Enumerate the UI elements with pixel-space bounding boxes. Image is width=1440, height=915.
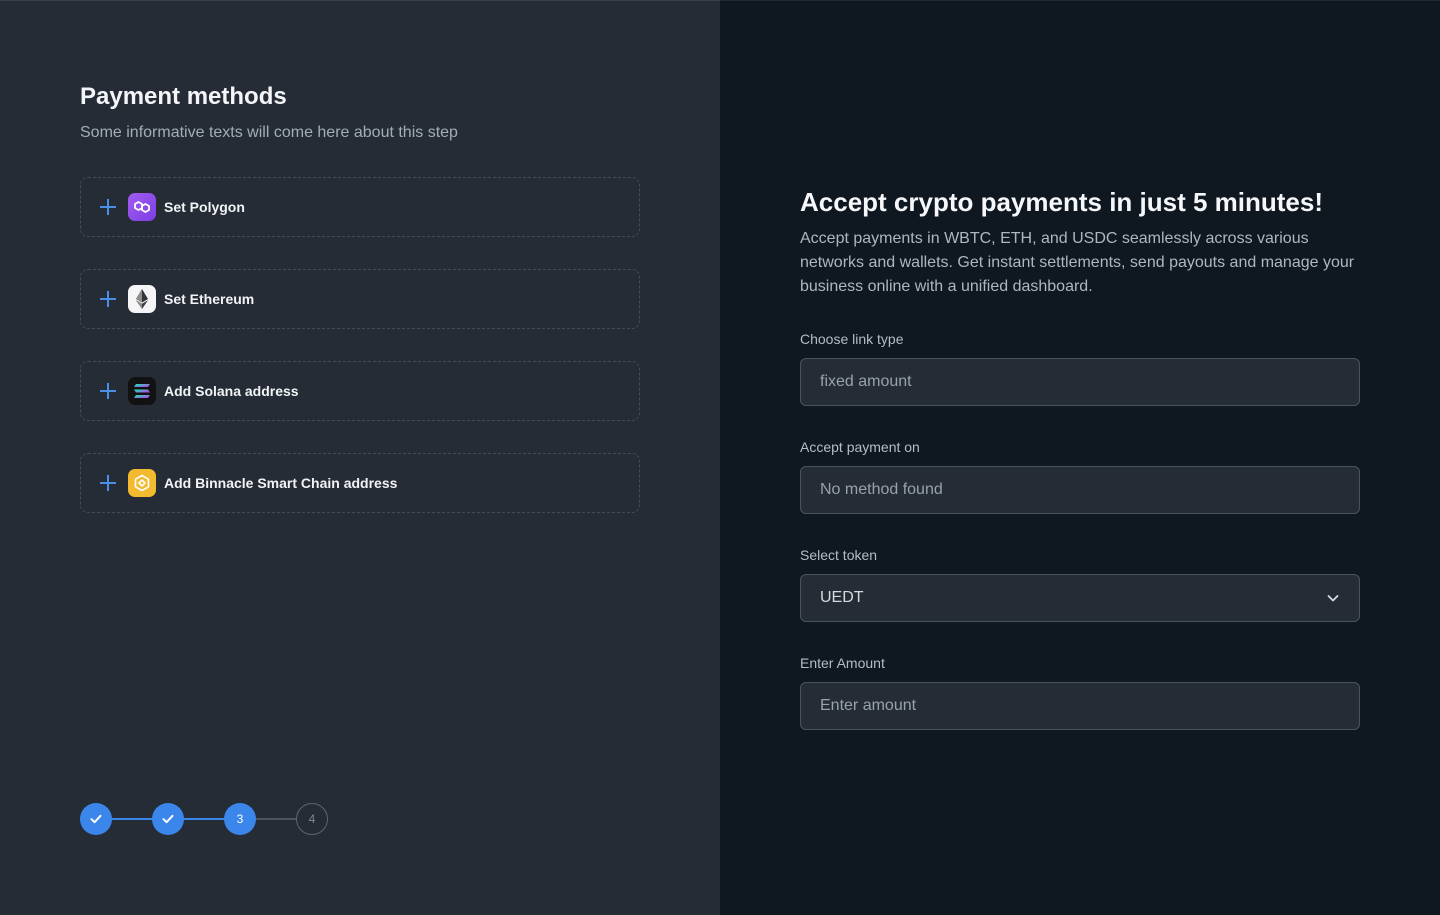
method-label: Set Ethereum	[164, 291, 255, 307]
select-token-dropdown[interactable]: UEDT	[800, 574, 1360, 622]
form-heading: Accept crypto payments in just 5 minutes…	[800, 187, 1324, 217]
check-icon	[162, 814, 174, 824]
select-token-value: UEDT	[820, 589, 864, 606]
method-label: Add Binnacle Smart Chain address	[164, 475, 398, 491]
plus-icon	[100, 475, 116, 491]
plus-icon	[100, 199, 116, 215]
accept-payment-label: Accept payment on	[800, 439, 920, 455]
ethereum-icon	[128, 285, 156, 313]
bnb-icon	[128, 469, 156, 497]
page-title: Payment methods	[80, 83, 287, 110]
add-bnb-address-button[interactable]: Add Binnacle Smart Chain address	[80, 453, 640, 513]
step-connector	[256, 818, 296, 820]
select-token-label: Select token	[800, 547, 878, 563]
amount-input[interactable]	[800, 682, 1360, 730]
plus-icon	[100, 291, 116, 307]
payment-methods-panel: Payment methods Some informative texts w…	[0, 0, 720, 915]
accept-payment-field[interactable]: No method found	[800, 466, 1360, 514]
step-3-current[interactable]: 3	[224, 803, 256, 835]
link-type-label: Choose link type	[800, 331, 904, 347]
chevron-down-icon	[1327, 595, 1339, 602]
check-icon	[90, 814, 102, 824]
step-4-pending[interactable]: 4	[296, 803, 328, 835]
page-subtitle: Some informative texts will come here ab…	[80, 124, 458, 141]
progress-stepper: 3 4	[80, 803, 340, 835]
add-solana-address-button[interactable]: Add Solana address	[80, 361, 640, 421]
link-type-value: fixed amount	[820, 373, 912, 390]
payment-link-form-panel: Accept crypto payments in just 5 minutes…	[720, 0, 1440, 915]
step-1-complete[interactable]	[80, 803, 112, 835]
method-label: Set Polygon	[164, 199, 245, 215]
step-connector	[112, 818, 152, 820]
amount-label: Enter Amount	[800, 655, 885, 671]
step-connector	[184, 818, 224, 820]
accept-payment-value: No method found	[820, 481, 943, 498]
link-type-field[interactable]: fixed amount	[800, 358, 1360, 406]
set-ethereum-button[interactable]: Set Ethereum	[80, 269, 640, 329]
set-polygon-button[interactable]: Set Polygon	[80, 177, 640, 237]
solana-icon	[128, 377, 156, 405]
plus-icon	[100, 383, 116, 399]
polygon-icon	[128, 193, 156, 221]
method-label: Add Solana address	[164, 383, 299, 399]
step-2-complete[interactable]	[152, 803, 184, 835]
form-description: Accept payments in WBTC, ETH, and USDC s…	[800, 230, 1355, 295]
